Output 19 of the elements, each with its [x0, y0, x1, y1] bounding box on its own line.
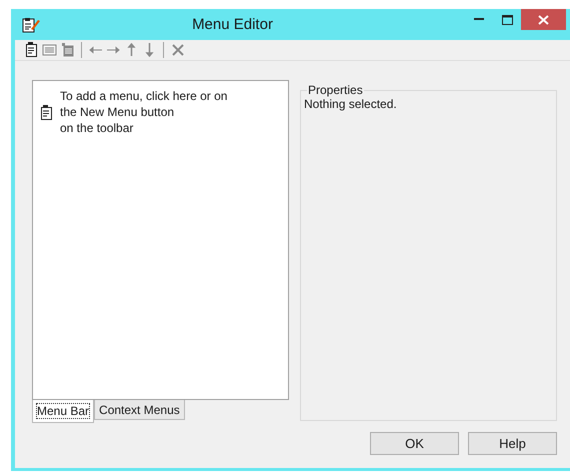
maximize-icon: [502, 14, 512, 24]
app-icon: [22, 16, 40, 32]
list-icon: [42, 42, 57, 58]
close-button[interactable]: [521, 9, 566, 30]
window-title: Menu Editor: [191, 16, 274, 33]
menu-icon: [41, 104, 52, 120]
doc-button[interactable]: [23, 41, 40, 59]
close-icon: [538, 14, 549, 24]
doc-icon: [24, 42, 39, 58]
menu-tree-panel[interactable]: To add a menu, click here or on the New Menu button on the toolbar: [32, 80, 289, 400]
ok-button[interactable]: OK: [370, 432, 459, 455]
minimize-icon: [474, 18, 484, 21]
tab[interactable]: Menu Bar: [32, 400, 94, 423]
help-button[interactable]: Help: [468, 432, 557, 455]
delete-icon: [170, 42, 185, 58]
group-title: Properties: [307, 83, 364, 97]
hint-text[interactable]: To add a menu, click here or on the New Menu button on the toolbar: [60, 88, 260, 136]
status-text: Nothing selected.: [304, 97, 398, 111]
tab[interactable]: Context Menus: [94, 400, 185, 420]
